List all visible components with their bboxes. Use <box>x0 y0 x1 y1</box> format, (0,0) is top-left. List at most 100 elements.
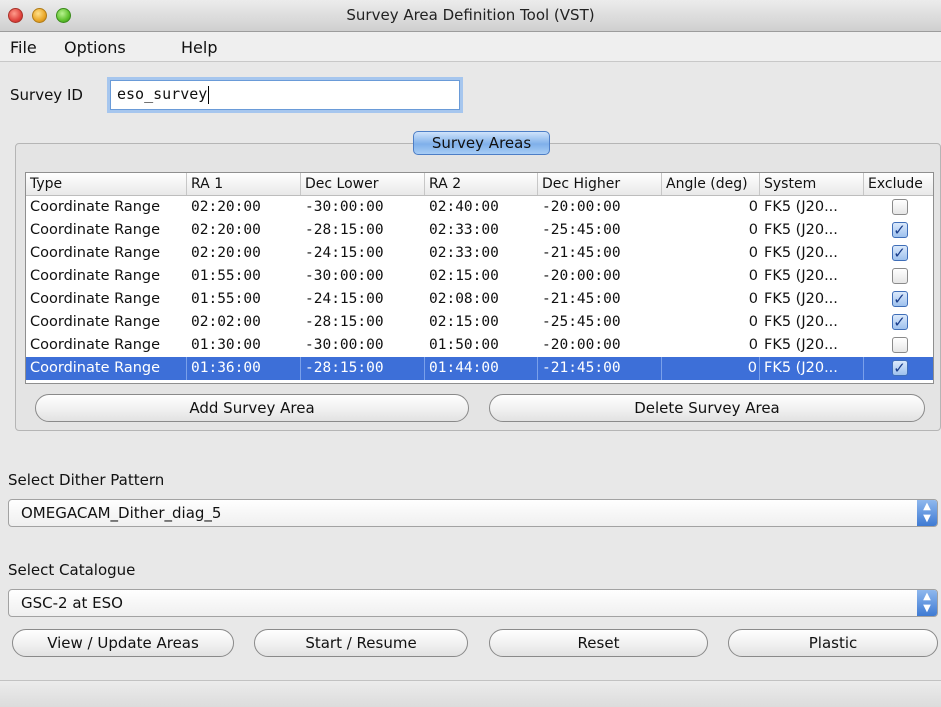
type-cell: Coordinate Range <box>26 357 187 380</box>
angle-cell: 0 <box>748 337 758 353</box>
angle-cell: 0 <box>748 199 758 215</box>
angle-cell: 0 <box>748 268 758 284</box>
column-header-dec-higher[interactable]: Dec Higher <box>538 173 662 195</box>
view-update-areas-button[interactable]: View / Update Areas <box>12 629 234 657</box>
exclude-checkbox[interactable]: ✓ <box>891 360 908 376</box>
catalogue-select[interactable]: GSC-2 at ESO ▲ ▼ <box>8 589 938 617</box>
dec-lower-cell: -24:15:00 <box>305 245 384 261</box>
column-header-dec-lower[interactable]: Dec Lower <box>301 173 425 195</box>
exclude-checkbox[interactable]: ✓ <box>891 221 908 239</box>
angle-cell: 0 <box>748 314 758 330</box>
column-header-system[interactable]: System <box>760 173 864 195</box>
system-cell: FK5 (J20... <box>764 222 838 238</box>
type-cell: Coordinate Range <box>30 222 161 238</box>
dec-higher-cell: -25:45:00 <box>542 314 621 330</box>
ra1-cell: 01:30:00 <box>191 337 261 353</box>
table-row[interactable]: Coordinate Range 02:20:00 -28:15:00 02:33:0… <box>26 219 933 242</box>
dec-lower-cell: -28:15:00 <box>305 222 384 238</box>
reset-button[interactable]: Reset <box>489 629 708 657</box>
dec-higher-cell: -20:00:00 <box>542 337 621 353</box>
system-cell: FK5 (J20... <box>764 337 838 353</box>
ra1-cell: 01:55:00 <box>191 268 261 284</box>
system-cell: FK5 (J20... <box>764 291 838 307</box>
type-cell: Coordinate Range <box>30 199 161 215</box>
ra1-cell: 02:02:00 <box>191 314 261 330</box>
system-cell: FK5 (J20... <box>764 245 838 261</box>
exclude-checkbox[interactable] <box>891 268 908 284</box>
survey-areas-title[interactable]: Survey Areas <box>413 131 550 155</box>
table-row[interactable]: Coordinate Range 01:30:00 -30:00:00 01:50:0… <box>26 334 933 357</box>
type-cell: Coordinate Range <box>30 337 161 353</box>
ra1-cell: 02:20:00 <box>191 245 261 261</box>
exclude-cell: ✓ <box>864 219 933 242</box>
table-body: Coordinate Range 02:20:00 -30:00:00 02:40:0… <box>26 196 933 380</box>
menu-help[interactable]: Help <box>181 38 217 57</box>
dec-higher-cell: -21:45:00 <box>538 357 662 380</box>
type-cell: Coordinate Range <box>30 314 161 330</box>
dec-higher-cell: -21:45:00 <box>542 291 621 307</box>
survey-id-value: eso_survey <box>117 85 208 103</box>
angle-cell: 0 <box>748 245 758 261</box>
dither-pattern-value: OMEGACAM_Dither_diag_5 <box>21 504 222 522</box>
checkmark-icon: ✓ <box>893 313 906 331</box>
exclude-cell <box>864 196 933 219</box>
window-title: Survey Area Definition Tool (VST) <box>346 6 595 24</box>
plastic-button[interactable]: Plastic <box>728 629 938 657</box>
column-header-angle[interactable]: Angle (deg) <box>662 173 760 195</box>
checkmark-icon: ✓ <box>893 221 906 239</box>
column-header-ra2[interactable]: RA 2 <box>425 173 538 195</box>
ra2-cell: 02:15:00 <box>429 314 499 330</box>
dec-lower-cell: -30:00:00 <box>305 268 384 284</box>
dec-higher-cell: -25:45:00 <box>542 222 621 238</box>
column-header-ra1[interactable]: RA 1 <box>187 173 301 195</box>
ra1-cell: 02:20:00 <box>191 199 261 215</box>
table-row[interactable]: Coordinate Range 02:20:00 -24:15:00 02:33:0… <box>26 242 933 265</box>
dec-lower-cell: -30:00:00 <box>305 199 384 215</box>
delete-survey-area-button[interactable]: Delete Survey Area <box>489 394 925 422</box>
up-down-arrows-icon: ▲ ▼ <box>917 500 937 526</box>
catalogue-label: Select Catalogue <box>8 561 136 579</box>
add-survey-area-button[interactable]: Add Survey Area <box>35 394 469 422</box>
dither-pattern-label: Select Dither Pattern <box>8 471 165 489</box>
table-header: Type RA 1 Dec Lower RA 2 Dec Higher Angl… <box>26 173 933 196</box>
dither-pattern-select[interactable]: OMEGACAM_Dither_diag_5 ▲ ▼ <box>8 499 938 527</box>
up-down-arrows-icon: ▲ ▼ <box>917 590 937 616</box>
survey-areas-table[interactable]: Type RA 1 Dec Lower RA 2 Dec Higher Angl… <box>25 172 934 384</box>
exclude-checkbox[interactable] <box>891 337 908 353</box>
dec-lower-cell: -30:00:00 <box>305 337 384 353</box>
type-cell: Coordinate Range <box>30 245 161 261</box>
system-cell: FK5 (J20... <box>764 314 838 330</box>
dec-higher-cell: -20:00:00 <box>542 199 621 215</box>
exclude-cell: ✓ <box>864 357 933 380</box>
table-row[interactable]: Coordinate Range 01:55:00 -24:15:00 02:08:0… <box>26 288 933 311</box>
start-resume-button[interactable]: Start / Resume <box>254 629 468 657</box>
exclude-checkbox[interactable] <box>891 199 908 215</box>
dec-higher-cell: -21:45:00 <box>542 245 621 261</box>
column-header-exclude[interactable]: Exclude <box>864 173 933 195</box>
ra2-cell: 02:08:00 <box>429 291 499 307</box>
system-cell: FK5 (J20... <box>760 357 864 380</box>
column-header-type[interactable]: Type <box>26 173 187 195</box>
menu-options[interactable]: Options <box>64 38 126 57</box>
ra1-cell: 02:20:00 <box>191 222 261 238</box>
table-row[interactable]: Coordinate Range 02:02:00 -28:15:00 02:15:0… <box>26 311 933 334</box>
angle-cell: 0 <box>748 222 758 238</box>
ra2-cell: 02:40:00 <box>429 199 499 215</box>
ra2-cell: 02:33:00 <box>429 245 499 261</box>
menu-file[interactable]: File <box>10 38 37 57</box>
exclude-checkbox[interactable]: ✓ <box>891 290 908 308</box>
exclude-cell <box>864 334 933 357</box>
exclude-checkbox[interactable]: ✓ <box>891 313 908 331</box>
checkmark-icon: ✓ <box>893 290 906 308</box>
exclude-checkbox[interactable]: ✓ <box>891 245 908 261</box>
survey-id-input[interactable]: eso_survey <box>110 80 460 110</box>
ra2-cell: 01:44:00 <box>425 357 538 380</box>
system-cell: FK5 (J20... <box>764 199 838 215</box>
table-row[interactable]: Coordinate Range 02:20:00 -30:00:00 02:40:0… <box>26 196 933 219</box>
ra2-cell: 02:15:00 <box>429 268 499 284</box>
menu-bar: File Options Help <box>0 32 941 62</box>
exclude-cell: ✓ <box>864 242 933 265</box>
table-row[interactable]: Coordinate Range 01:55:00 -30:00:00 02:15:0… <box>26 265 933 288</box>
table-row[interactable]: Coordinate Range 01:36:00 -28:15:00 01:44:0… <box>26 357 933 380</box>
survey-id-label: Survey ID <box>10 86 83 104</box>
